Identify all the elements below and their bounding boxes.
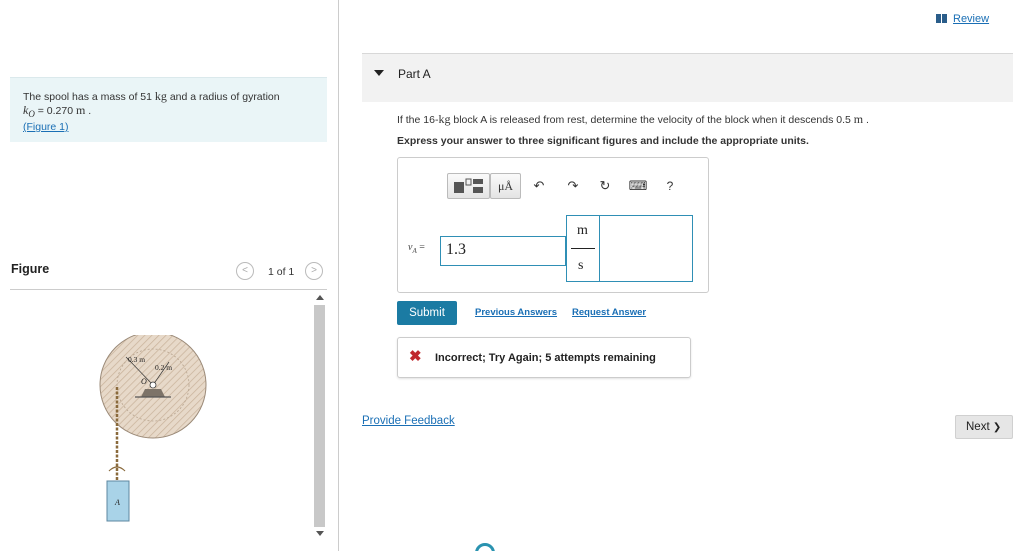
- answer-value-input[interactable]: 1.3: [440, 236, 566, 266]
- next-button[interactable]: Next ❯: [955, 415, 1013, 439]
- instruction-text: Express your answer to three significant…: [397, 135, 809, 147]
- help-badge-icon[interactable]: [475, 543, 495, 551]
- figure-page-count: 1 of 1: [268, 266, 295, 278]
- spool-center-pin: [149, 381, 157, 389]
- equals-sign: =: [419, 242, 425, 253]
- figure-link[interactable]: (Figure 1): [23, 121, 69, 133]
- caret-down-icon[interactable]: [374, 70, 384, 76]
- question-text-b: block A is released from rest, determine…: [453, 114, 851, 126]
- keyboard-icon[interactable]: ⌨: [628, 178, 648, 194]
- part-header[interactable]: [362, 54, 1013, 102]
- next-label: Next: [966, 421, 990, 433]
- question-text-a: If the 16-: [397, 114, 439, 126]
- templates-button[interactable]: [447, 173, 490, 199]
- submit-button[interactable]: Submit: [397, 301, 457, 325]
- problem-text-mid: and a radius of gyration: [169, 91, 280, 103]
- variable-subscript: A: [412, 247, 417, 255]
- center-label: O: [141, 377, 147, 386]
- unit-numerator[interactable]: m: [577, 223, 588, 239]
- variable-label: vA =: [408, 242, 425, 255]
- figure-prev-button[interactable]: <: [236, 262, 254, 280]
- fraction-bar: [571, 248, 595, 249]
- outer-radius-label: 0.3 m: [128, 355, 145, 364]
- question-dist-unit: m: [853, 112, 864, 126]
- unit-denominator[interactable]: s: [578, 258, 583, 274]
- request-answer-link[interactable]: Request Answer: [572, 307, 646, 318]
- figure-scrollbar[interactable]: [313, 293, 325, 541]
- problem-statement: The spool has a mass of 51 kg and a radi…: [10, 77, 327, 142]
- k-subscript: O: [28, 109, 35, 120]
- question-tail: .: [866, 114, 869, 126]
- inner-radius-label: 0.2 m: [155, 363, 172, 372]
- k-unit: m: [76, 103, 86, 117]
- undo-icon[interactable]: ↶: [531, 178, 547, 194]
- scroll-down-icon[interactable]: [316, 531, 324, 536]
- reset-icon[interactable]: ↻: [597, 178, 613, 194]
- spool-support: [141, 389, 165, 397]
- k-value: = 0.270: [37, 105, 74, 117]
- question-text: If the 16-kg block A is released from re…: [397, 112, 869, 127]
- review-link[interactable]: Review: [936, 13, 989, 25]
- figure-next-button[interactable]: >: [305, 262, 323, 280]
- figure-header: Figure < 1 of 1 >: [10, 258, 327, 290]
- templates-icon: [454, 178, 483, 193]
- block-label: A: [114, 498, 120, 507]
- redo-icon[interactable]: ↷: [565, 178, 581, 194]
- units-button[interactable]: μÅ: [490, 173, 521, 199]
- help-icon[interactable]: ?: [662, 178, 678, 194]
- problem-text-prefix: The spool has a mass of 51: [23, 91, 152, 103]
- part-title[interactable]: Part A: [398, 67, 431, 81]
- question-mass-unit: kg: [438, 112, 451, 126]
- mass-unit: kg: [154, 89, 167, 103]
- scroll-up-icon[interactable]: [316, 295, 324, 300]
- left-panel: The spool has a mass of 51 kg and a radi…: [0, 0, 339, 551]
- scroll-thumb[interactable]: [314, 305, 325, 527]
- spool-figure: 0.3 m 0.2 m O A: [99, 335, 207, 522]
- chevron-right-icon: ❯: [992, 422, 1002, 433]
- feedback-message: Incorrect; Try Again; 5 attempts remaini…: [435, 352, 656, 364]
- error-x-icon: ✖: [409, 348, 422, 365]
- figure-title: Figure: [11, 262, 50, 276]
- provide-feedback-link[interactable]: Provide Feedback: [362, 415, 455, 427]
- previous-answers-link[interactable]: Previous Answers: [475, 307, 557, 318]
